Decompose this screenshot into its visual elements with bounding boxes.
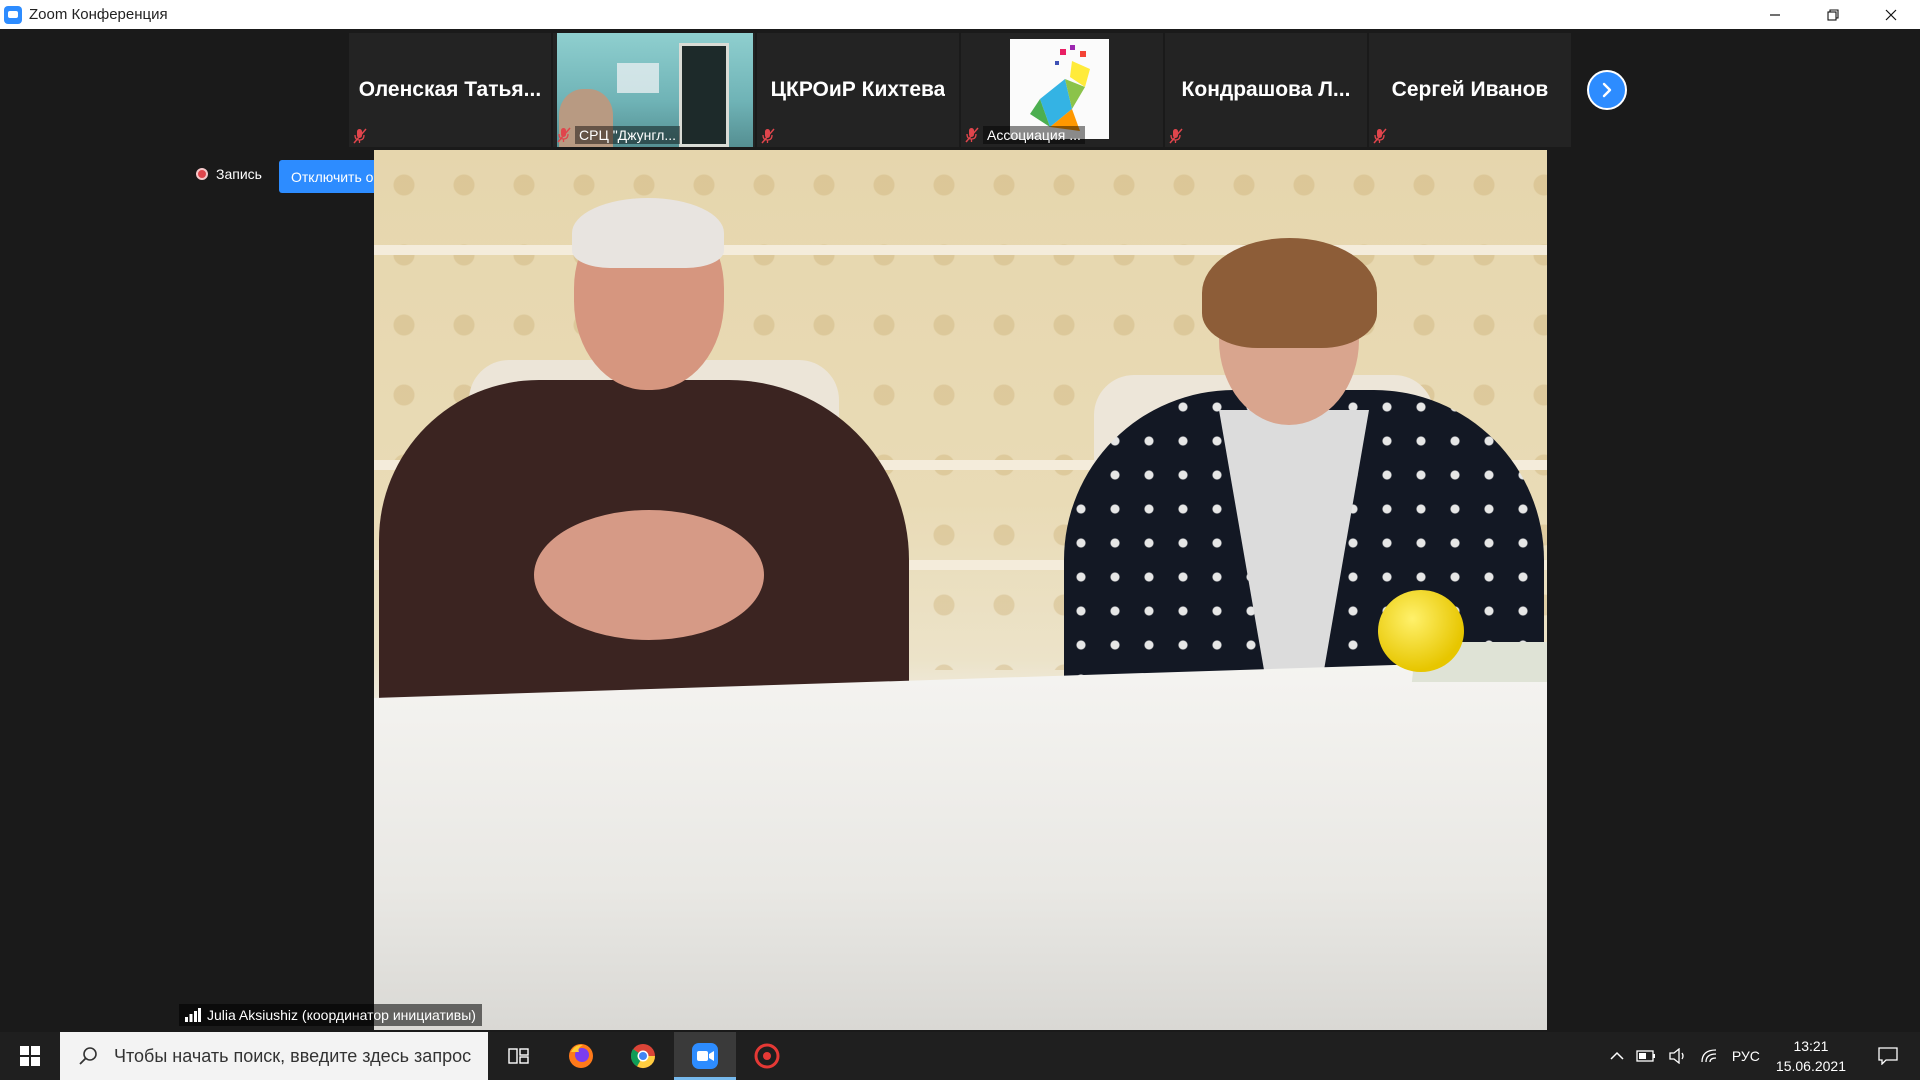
- windows-icon: [20, 1046, 40, 1066]
- system-tray: РУС 13:21 15.06.2021: [1604, 1032, 1920, 1080]
- firefox-icon: [569, 1044, 593, 1068]
- red-app-button[interactable]: [736, 1032, 798, 1080]
- restore-button[interactable]: [1804, 0, 1862, 29]
- active-speaker-video[interactable]: [374, 150, 1547, 1030]
- speaker-icon: [1669, 1048, 1684, 1064]
- record-icon: [196, 168, 208, 180]
- taskbar: РУС 13:21 15.06.2021: [0, 1032, 1920, 1080]
- battery-icon: [1636, 1050, 1655, 1062]
- window-title: Zoom Конференция: [29, 6, 168, 23]
- zoom-taskbar-button[interactable]: [674, 1032, 736, 1080]
- participant-tile[interactable]: Оленская Татья...: [349, 33, 551, 147]
- signal-strength-icon: [185, 1008, 201, 1022]
- firefox-button[interactable]: [550, 1032, 612, 1080]
- chrome-button[interactable]: [612, 1032, 674, 1080]
- task-view-button[interactable]: [488, 1032, 550, 1080]
- speaker-name: Julia Aksiushiz (координатор инициативы): [207, 1007, 476, 1023]
- search-icon: [79, 1047, 97, 1065]
- app-red-icon: [754, 1043, 780, 1069]
- task-view-icon: [508, 1048, 529, 1064]
- recording-indicator[interactable]: Запись: [196, 166, 262, 182]
- minimize-icon: [1770, 13, 1780, 16]
- mic-muted-icon: [965, 127, 979, 143]
- participant-name: СРЦ "Джунгл...: [575, 126, 681, 144]
- taskbar-search[interactable]: [60, 1032, 488, 1080]
- mic-muted-icon: [353, 128, 367, 144]
- mic-muted-icon: [557, 127, 571, 143]
- participant-strip: Оленская Татья... СРЦ "Джунгл... ЦКРОиР …: [349, 33, 1571, 147]
- wifi-icon: [1701, 1049, 1716, 1063]
- clock[interactable]: 13:21 15.06.2021: [1766, 1036, 1856, 1076]
- participant-name: Ассоциация ...: [983, 126, 1085, 144]
- recording-label: Запись: [216, 166, 262, 182]
- close-icon: [1885, 9, 1897, 20]
- show-hidden-icons-button[interactable]: [1604, 1032, 1630, 1080]
- clock-time: 13:21: [1793, 1038, 1829, 1054]
- participant-tile[interactable]: СРЦ "Джунгл...: [553, 33, 755, 147]
- participant-tile[interactable]: ЦКРОиР Кихтева: [757, 33, 959, 147]
- title-bar: Zoom Конференция: [0, 0, 1920, 29]
- chevron-right-icon: [1602, 82, 1612, 98]
- participant-name: ЦКРОиР Кихтева: [770, 78, 946, 101]
- mic-muted-icon: [1373, 128, 1387, 144]
- start-button[interactable]: [0, 1032, 60, 1080]
- notification-icon: [1878, 1047, 1898, 1065]
- zoom-icon: [692, 1043, 718, 1069]
- mic-muted-icon: [761, 128, 775, 144]
- clock-date: 15.06.2021: [1775, 1058, 1846, 1074]
- participant-tile[interactable]: Сергей Иванов: [1369, 33, 1571, 147]
- participant-tile[interactable]: Ассоциация ...: [961, 33, 1163, 147]
- zoom-app-icon: [4, 5, 22, 24]
- mic-muted-icon: [1169, 128, 1183, 144]
- chevron-up-icon: [1610, 1051, 1624, 1060]
- restore-icon: [1827, 8, 1839, 21]
- search-input[interactable]: [112, 1044, 486, 1068]
- participant-tile[interactable]: Кондрашова Л...: [1165, 33, 1367, 147]
- minimize-button[interactable]: [1746, 0, 1804, 29]
- close-button[interactable]: [1862, 0, 1920, 29]
- participant-name: Сергей Иванов: [1391, 78, 1549, 101]
- language-indicator[interactable]: РУС: [1726, 1032, 1766, 1080]
- window-controls: [1746, 0, 1920, 29]
- battery-button[interactable]: [1630, 1032, 1662, 1080]
- network-button[interactable]: [1694, 1032, 1726, 1080]
- participant-name: Кондрашова Л...: [1181, 78, 1351, 101]
- volume-button[interactable]: [1662, 1032, 1694, 1080]
- speaker-label: Julia Aksiushiz (координатор инициативы): [179, 1004, 482, 1026]
- next-page-button[interactable]: [1587, 70, 1627, 110]
- participant-name: Оленская Татья...: [358, 78, 542, 101]
- chrome-icon: [630, 1044, 655, 1069]
- action-center-button[interactable]: [1856, 1032, 1920, 1080]
- association-logo: [1010, 39, 1109, 139]
